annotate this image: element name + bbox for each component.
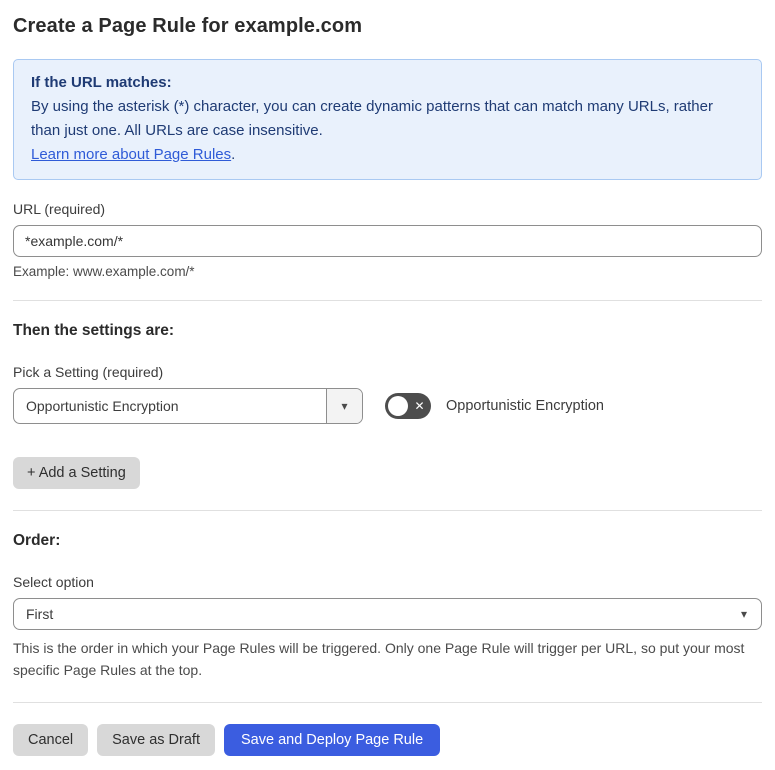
info-box-link-line: Learn more about Page Rules. xyxy=(31,143,744,167)
settings-section-heading: Then the settings are: xyxy=(13,322,175,339)
save-and-deploy-button[interactable]: Save and Deploy Page Rule xyxy=(223,724,441,756)
order-select-value: First xyxy=(26,606,54,622)
url-field-label: URL (required) xyxy=(13,201,106,217)
divider xyxy=(13,300,762,301)
footer-actions: Cancel Save as Draft Save and Deploy Pag… xyxy=(13,724,762,756)
chevron-down-icon: ▾ xyxy=(341,399,348,413)
link-suffix: . xyxy=(231,146,236,163)
chevron-down-icon: ▾ xyxy=(740,607,747,621)
info-box-body: By using the asterisk (*) character, you… xyxy=(31,98,713,139)
setting-dropdown-value: Opportunistic Encryption xyxy=(26,398,179,414)
order-select[interactable]: First ▾ xyxy=(13,598,762,630)
order-select-label: Select option xyxy=(13,574,94,590)
url-input[interactable] xyxy=(13,225,762,257)
setting-row: Opportunistic Encryption ▾ ✕ Opportunist… xyxy=(13,388,762,424)
divider xyxy=(13,510,762,511)
order-section-heading: Order: xyxy=(13,532,61,549)
add-setting-button[interactable]: + Add a Setting xyxy=(13,457,140,489)
save-as-draft-button[interactable]: Save as Draft xyxy=(97,724,215,756)
page-title: Create a Page Rule for example.com xyxy=(13,15,363,37)
url-match-info-box: If the URL matches: By using the asteris… xyxy=(13,59,762,180)
opportunistic-encryption-toggle[interactable]: ✕ xyxy=(385,393,431,419)
toggle-off-x-icon: ✕ xyxy=(414,399,425,413)
setting-dropdown[interactable]: Opportunistic Encryption ▾ xyxy=(13,388,363,424)
order-helper-text: This is the order in which your Page Rul… xyxy=(13,640,745,678)
divider xyxy=(13,702,762,703)
toggle-knob xyxy=(388,396,408,416)
toggle-label: Opportunistic Encryption xyxy=(446,398,604,414)
setting-dropdown-arrow-button[interactable]: ▾ xyxy=(326,389,362,423)
learn-more-link[interactable]: Learn more about Page Rules xyxy=(31,146,231,163)
url-field-helper: Example: www.example.com/* xyxy=(13,264,195,279)
setting-picker-label: Pick a Setting (required) xyxy=(13,364,164,380)
info-box-heading: If the URL matches: xyxy=(31,74,172,91)
cancel-button[interactable]: Cancel xyxy=(13,724,89,756)
